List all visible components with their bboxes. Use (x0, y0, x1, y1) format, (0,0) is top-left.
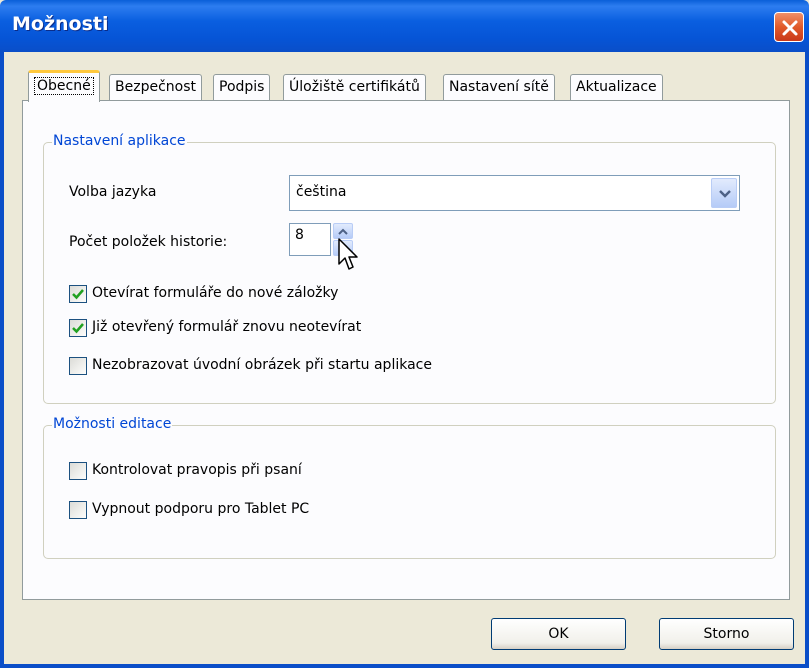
window-frame-left (0, 52, 4, 668)
tab-label: Bezpečnost (115, 79, 196, 95)
history-count-input[interactable]: 8 (289, 223, 331, 256)
checkmark-icon (72, 289, 84, 300)
no-reopen-form-checkbox[interactable] (69, 319, 87, 337)
title-bar: Možnosti (0, 0, 809, 52)
language-select[interactable]: čeština (289, 175, 740, 211)
close-button[interactable] (774, 12, 804, 42)
history-label: Počet položek historie: (69, 234, 228, 250)
tab-label: Nastavení sítě (449, 79, 549, 95)
edit-options-group: Možnosti editace (43, 416, 776, 559)
group-legend: Nastavení aplikace (52, 133, 187, 149)
checkbox-label: Nezobrazovat úvodní obrázek při startu a… (92, 357, 432, 373)
tab-label: Aktualizace (576, 79, 657, 95)
window-frame-bottom (0, 664, 809, 668)
group-legend: Možnosti editace (52, 416, 173, 432)
cancel-button[interactable]: Storno (659, 618, 794, 650)
tab-general[interactable]: Obecné (28, 70, 100, 102)
chevron-down-icon (719, 190, 731, 198)
checkbox-label: Vypnout podporu pro Tablet PC (92, 501, 310, 517)
tablet-pc-checkbox[interactable] (69, 501, 87, 519)
window-frame-right (805, 52, 809, 668)
tab-security[interactable]: Bezpečnost (109, 74, 202, 100)
tab-updates[interactable]: Aktualizace (570, 74, 663, 100)
spin-up-button[interactable] (333, 223, 353, 239)
ok-button[interactable]: OK (491, 618, 626, 650)
language-value: čeština (296, 184, 347, 200)
spellcheck-checkbox[interactable] (69, 462, 87, 480)
language-label: Volba jazyka (69, 184, 157, 200)
checkbox-label: Již otevřený formulář znovu neotevírat (92, 319, 362, 335)
checkmark-icon (72, 323, 84, 334)
dropdown-button[interactable] (711, 178, 737, 208)
tab-certificate-store[interactable]: Úložiště certifikátů (283, 74, 426, 100)
tab-signature[interactable]: Podpis (213, 74, 271, 100)
window-title: Možnosti (12, 13, 109, 35)
arrow-up-icon (338, 228, 348, 235)
hide-splash-checkbox[interactable] (69, 357, 87, 375)
checkbox-label: Otevírat formuláře do nové záložky (92, 285, 339, 301)
tab-label: Úložiště certifikátů (289, 79, 420, 95)
tab-panel: Nastavení aplikace Volba jazyka čeština … (22, 100, 790, 600)
history-value: 8 (295, 227, 304, 243)
open-new-tab-checkbox[interactable] (69, 285, 87, 303)
close-icon (782, 20, 798, 36)
tab-label: Obecné (34, 77, 94, 95)
checkbox-label: Kontrolovat pravopis při psaní (92, 462, 302, 478)
mouse-pointer-icon (338, 238, 358, 270)
tab-label: Podpis (219, 79, 265, 95)
tab-network-settings[interactable]: Nastavení sítě (443, 74, 555, 100)
